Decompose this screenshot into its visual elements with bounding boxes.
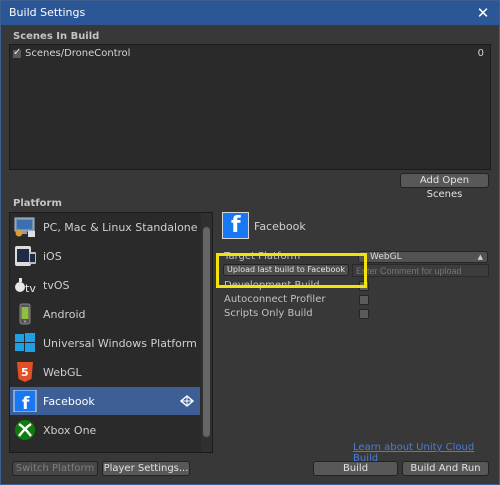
scripts-only-build-checkbox[interactable] [359,309,369,319]
target-platform-dropdown[interactable]: WebGL ▲▼ [358,251,488,271]
title-bar: Build Settings ✕ [1,1,499,25]
platform-detail-title: Facebook [254,220,306,233]
platform-item-ios[interactable]: iOS [10,242,200,270]
platform-item-uwp[interactable]: Universal Windows Platform [10,329,200,357]
scrollbar-thumb[interactable] [203,227,210,437]
scenes-list[interactable]: Scenes/DroneControl 0 [9,44,491,170]
player-settings-button[interactable]: Player Settings... [102,461,190,476]
platform-item-tvos[interactable]: tv tvOS [10,271,200,299]
facebook-icon: f [13,390,37,412]
platform-item-webgl[interactable]: 5 WebGL [10,358,200,386]
build-button[interactable]: Build [313,461,398,476]
autoconnect-profiler-checkbox[interactable] [359,295,369,305]
android-icon [19,303,31,325]
platform-label-uwp: Universal Windows Platform [43,337,197,350]
build-settings-window: Build Settings ✕ Scenes In Build Scenes/… [0,0,500,485]
xbox-icon [15,420,35,440]
scripts-only-build-label: Scripts Only Build [224,308,313,319]
platform-label: Platform [13,198,62,209]
tvos-icon-text: tv [25,282,36,295]
add-open-scenes-button[interactable]: Add Open Scenes [400,173,489,200]
platform-list-scrollbar[interactable] [201,213,212,452]
html5-icon: 5 [17,362,33,382]
annotation-highlight-box [216,253,367,288]
build-and-run-button[interactable]: Build And Run [402,461,489,476]
platform-label-webgl: WebGL [43,366,82,379]
windows-icon [15,333,35,352]
platform-label-facebook: Facebook [43,395,95,408]
autoconnect-profiler-label: Autoconnect Profiler [224,294,326,305]
platform-item-xbox-one[interactable]: Xbox One [10,416,200,444]
facebook-header-icon: f [222,212,249,239]
platform-label-tvos: tvOS [43,279,70,292]
facebook-header-icon-text: f [231,213,241,238]
platform-label-xbox-one: Xbox One [43,424,97,437]
scenes-in-build-label: Scenes In Build [13,31,100,42]
pc-mac-linux-icon [14,217,35,237]
platform-item-pc-mac-linux[interactable]: PC, Mac & Linux Standalone [10,213,200,241]
platform-label-ios: iOS [43,250,62,263]
tvos-icon: tv [15,278,36,295]
platform-item-android[interactable]: Android [10,300,200,328]
platform-item-facebook[interactable]: f Facebook [10,387,200,415]
scene-row[interactable]: Scenes/DroneControl 0 [12,47,488,62]
close-icon[interactable]: ✕ [473,3,493,23]
target-platform-value: WebGL [370,252,402,262]
window-title: Build Settings [9,6,86,19]
platform-label-pc-mac-linux: PC, Mac & Linux Standalone [43,221,198,234]
facebook-icon-text: f [22,394,30,412]
platform-list: PC, Mac & Linux Standalone iOS tv tvOS A… [9,212,213,453]
scene-name: Scenes/DroneControl [25,48,131,59]
platform-label-android: Android [43,308,86,321]
upload-comment-field[interactable] [352,264,489,277]
scene-index: 0 [477,48,484,59]
scene-include-checkbox[interactable] [12,47,22,59]
html5-icon-text: 5 [21,366,29,379]
switch-platform-button[interactable]: Switch Platform [12,461,98,476]
ios-icon [15,246,36,266]
unity-logo-icon [180,395,194,407]
